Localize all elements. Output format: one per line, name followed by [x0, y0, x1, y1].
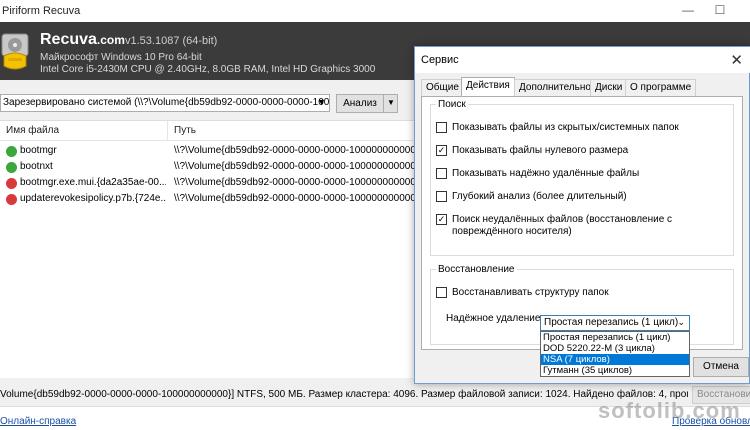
window-title: Piriform Recuva — [2, 5, 81, 17]
drive-select[interactable]: Зарезервировано системой (\\?\Volume{db5… — [0, 94, 330, 112]
secure-delete-value: Простая перезапись (1 цикл) — [544, 317, 679, 328]
checkbox-label: Восстанавливать структуру папок — [452, 287, 609, 298]
tab-actions[interactable]: Действия — [461, 77, 515, 97]
status-red-icon — [6, 194, 17, 205]
table-row[interactable]: bootmgr.exe.mui.{da2a35ae-00... \\?\Volu… — [0, 175, 418, 191]
file-path: \\?\Volume{db59db92-0000-0000-0000-10000… — [174, 193, 414, 204]
checkbox-label: Показывать надёжно удалённые файлы — [452, 168, 640, 179]
checkbox-box[interactable] — [436, 168, 447, 179]
app-name: Recuva.com — [40, 31, 125, 49]
cancel-button[interactable]: Отмена — [693, 357, 749, 377]
minimize-button[interactable]: — — [680, 3, 696, 19]
title-bar: Piriform Recuva — ☐ — [0, 0, 750, 22]
recuva-window: Piriform Recuva — ☐ Recuva.com v1.53.108… — [0, 0, 750, 430]
close-icon[interactable]: ✕ — [730, 51, 743, 69]
checkbox-box[interactable] — [436, 122, 447, 133]
table-row[interactable]: bootnxt \\?\Volume{db59db92-0000-0000-00… — [0, 159, 418, 175]
online-help-link[interactable]: Онлайн-справка — [0, 416, 76, 427]
checkbox-box[interactable] — [436, 191, 447, 202]
tab-advanced[interactable]: Дополнительно — [514, 79, 596, 96]
actions-panel: Поиск Показывать файлы из скрытых/систем… — [421, 96, 743, 350]
check-icon[interactable]: ✓ — [436, 214, 447, 225]
dialog-title: Сервис — [421, 54, 459, 66]
checkbox-box[interactable] — [436, 287, 447, 298]
drive-select-value: Зарезервировано системой (\\?\Volume{db5… — [3, 97, 330, 108]
app-name-text: Recuva — [40, 31, 97, 48]
file-path: \\?\Volume{db59db92-0000-0000-0000-10000… — [174, 161, 414, 172]
hardware-info: Intel Core i5-2430M CPU @ 2.40GHz, 8.0GB… — [40, 64, 376, 75]
table-row[interactable]: bootmgr \\?\Volume{db59db92-0000-0000-00… — [0, 143, 418, 159]
status-green-icon — [6, 146, 17, 157]
check-icon[interactable]: ✓ — [436, 145, 447, 156]
checkbox-label: Глубокий анализ (более длительный) — [452, 191, 627, 202]
column-header-path[interactable]: Путь — [168, 121, 418, 141]
checkbox-label: Показывать файлы из скрытых/системных па… — [452, 122, 679, 133]
drive-toolbar: Зарезервировано системой (\\?\Volume{db5… — [0, 90, 420, 114]
secure-delete-dropdown: Простая перезапись (1 цикл) DOD 5220.22-… — [540, 331, 690, 377]
tab-about[interactable]: О программе — [625, 79, 697, 96]
dropdown-option[interactable]: Гутманн (35 циклов) — [541, 365, 689, 376]
dropdown-option[interactable]: Простая перезапись (1 цикл) — [541, 332, 689, 343]
scan-button-label: Анализ — [343, 98, 377, 109]
table-row[interactable]: updaterevokesipolicy.p7b.{724e... \\?\Vo… — [0, 191, 418, 207]
file-name: updaterevokesipolicy.p7b.{724e... — [20, 193, 166, 204]
app-domain: .com — [96, 33, 125, 47]
column-header-name[interactable]: Имя файла — [0, 121, 168, 141]
watermark: softolib.com — [598, 398, 741, 423]
status-text: Volume{db59db92-0000-0000-0000-100000000… — [0, 389, 688, 400]
file-name: bootmgr — [20, 145, 57, 156]
chevron-down-icon: ▼ — [387, 98, 395, 107]
recuva-logo-icon — [1, 33, 29, 70]
tab-general[interactable]: Общие — [421, 79, 464, 96]
os-info: Майкрософт Windows 10 Pro 64-bit — [40, 52, 202, 63]
chevron-down-icon: ⌄ — [677, 317, 685, 327]
status-green-icon — [6, 162, 17, 173]
scan-dropdown-button[interactable]: ▼ — [383, 94, 398, 113]
status-red-icon — [6, 178, 17, 189]
file-name: bootmgr.exe.mui.{da2a35ae-00... — [20, 177, 166, 188]
dropdown-option[interactable]: DOD 5220.22-M (3 цикла) — [541, 343, 689, 354]
dialog-tabs: Общие Действия Дополнительно Диски О про… — [421, 77, 745, 97]
file-path: \\?\Volume{db59db92-0000-0000-0000-10000… — [174, 145, 414, 156]
secure-delete-label: Надёжное удаление — [446, 313, 541, 324]
dialog-title-bar: Сервис ✕ — [415, 47, 750, 73]
tab-drives[interactable]: Диски — [590, 79, 628, 96]
search-group-label: Поиск — [436, 99, 468, 110]
checkbox-label: Показывать файлы нулевого размера — [452, 145, 629, 156]
file-name: bootnxt — [20, 161, 53, 172]
checkbox-label: Поиск неудалённых файлов (восстановление… — [452, 214, 673, 237]
maximize-button[interactable]: ☐ — [712, 3, 728, 19]
app-version: v1.53.1087 (64-bit) — [125, 35, 218, 47]
file-path: \\?\Volume{db59db92-0000-0000-0000-10000… — [174, 177, 414, 188]
secure-delete-select[interactable]: Простая перезапись (1 цикл) ⌄ — [540, 315, 690, 331]
file-list: Имя файла Путь bootmgr \\?\Volume{db59db… — [0, 120, 418, 378]
restore-group-label: Восстановление — [436, 264, 517, 275]
chevron-down-icon: ▼ — [317, 97, 326, 107]
dropdown-option-highlighted[interactable]: NSA (7 циклов) — [541, 354, 689, 365]
